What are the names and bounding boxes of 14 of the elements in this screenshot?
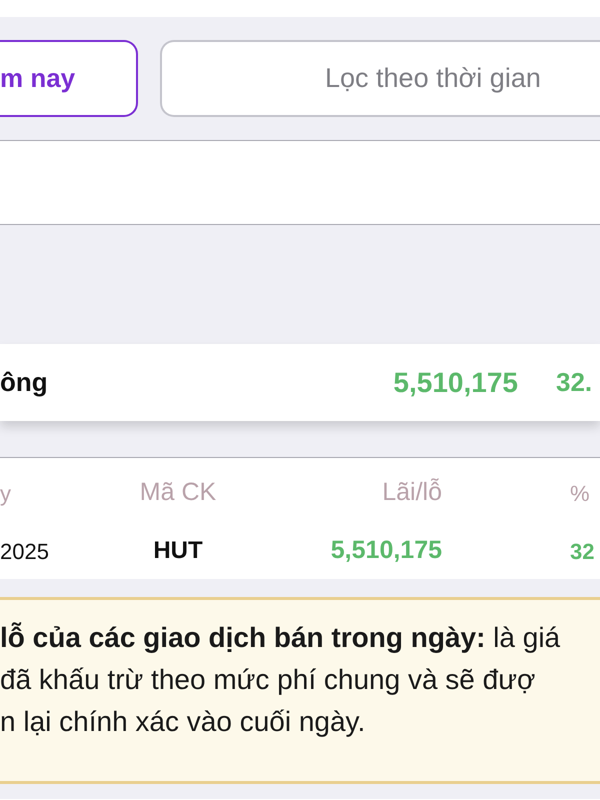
table-cell-text: HUT: [153, 536, 203, 566]
table-cell-text: 2025: [0, 538, 49, 566]
note-text: lỗ của các giao dịch bán trong ngày: là giá đã khấu trừ theo mức phí chung và sẽ đượ n lại chính xác vào cuối ngày.: [0, 621, 562, 739]
time-filter-button[interactable]: Lọc theo thời gian: [160, 40, 600, 117]
total-profit-value: 5,510,175: [393, 366, 518, 400]
column-header: %: [570, 480, 590, 508]
column-header: Mã CK: [140, 477, 216, 508]
total-percent-value: 32.: [556, 366, 592, 399]
total-label: ông: [0, 366, 48, 399]
column-header: y: [0, 480, 11, 508]
today-filter-button[interactable]: m nay: [0, 40, 138, 117]
table-cell-text: 5,510,175: [330, 535, 442, 566]
column-header: Lãi/lỗ: [382, 477, 442, 508]
table-cell-text: 32: [570, 538, 594, 566]
